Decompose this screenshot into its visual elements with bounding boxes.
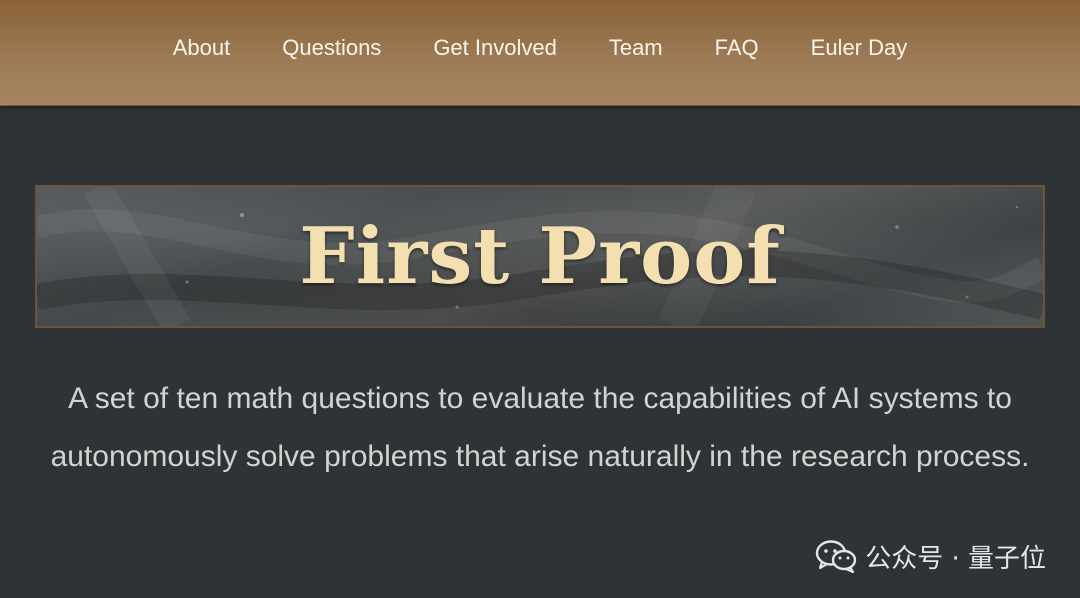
nav-link-about[interactable]: About xyxy=(173,35,231,61)
nav-link-team[interactable]: Team xyxy=(609,35,663,61)
wechat-watermark: 公众号 · 量子位 xyxy=(815,536,1046,576)
wechat-icon xyxy=(816,540,857,573)
top-navigation-bar: About Questions Get Involved Team FAQ Eu… xyxy=(0,0,1080,106)
hero-banner: First Proof xyxy=(35,185,1045,328)
watermark-text: 公众号 · 量子位 xyxy=(865,543,1046,574)
page-title: First Proof xyxy=(299,211,781,302)
nav-link-euler-day[interactable]: Euler Day xyxy=(811,35,908,61)
nav-menu: About Questions Get Involved Team FAQ Eu… xyxy=(0,0,1080,96)
nav-link-questions[interactable]: Questions xyxy=(282,35,381,61)
nav-link-get-involved[interactable]: Get Involved xyxy=(433,35,557,61)
nav-link-faq[interactable]: FAQ xyxy=(715,35,759,61)
site-description: A set of ten math questions to evaluate … xyxy=(50,382,1030,473)
